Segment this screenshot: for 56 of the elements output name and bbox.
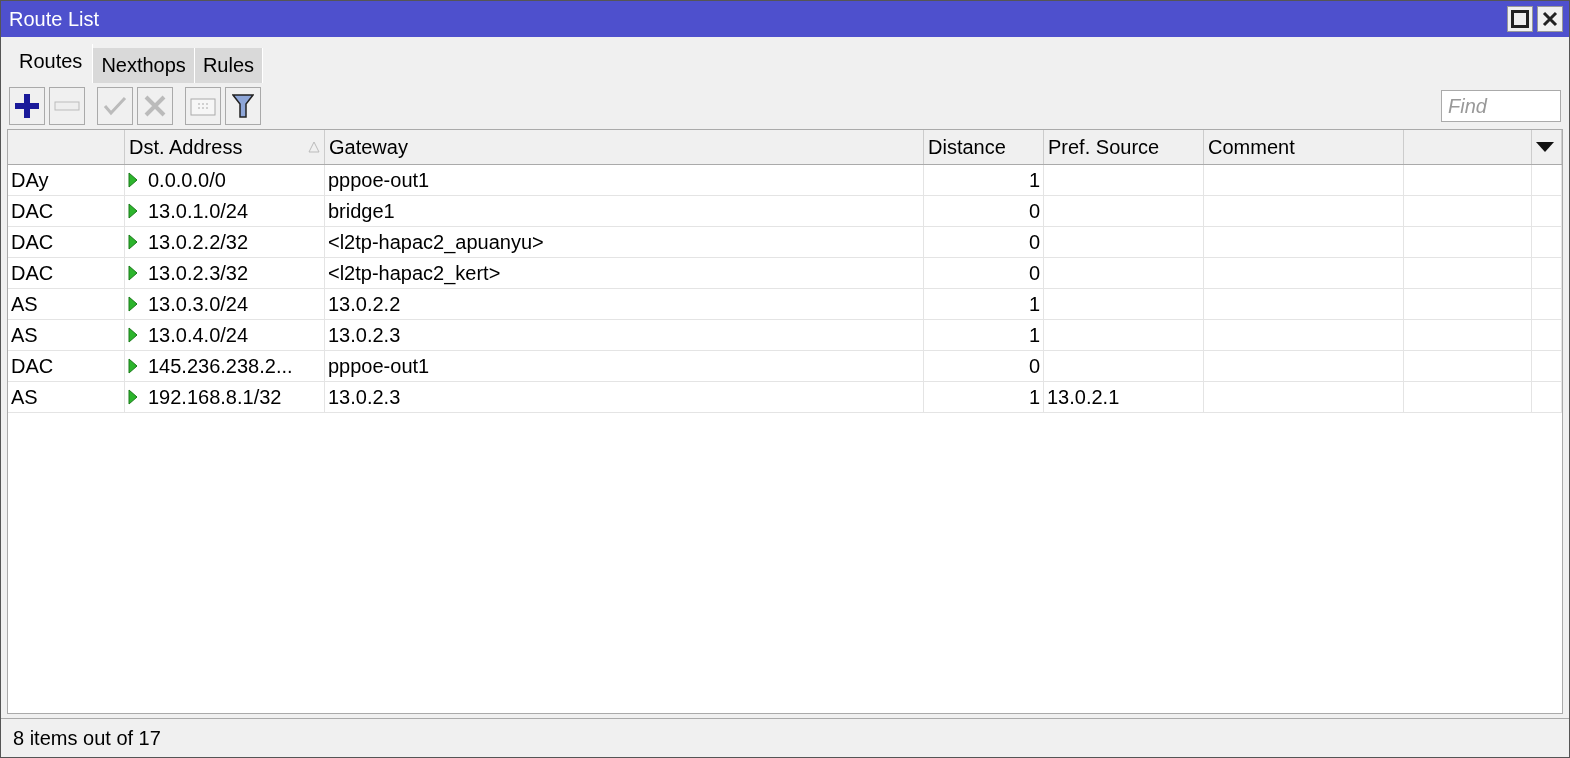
column-header[interactable]: Comment	[1204, 130, 1404, 164]
table-cell: DAC	[8, 227, 125, 257]
find-field[interactable]: Find	[1441, 90, 1561, 122]
table-cell: AS	[8, 289, 125, 319]
table-cell: bridge1	[325, 196, 924, 226]
table-cell: 0	[924, 196, 1044, 226]
table-cell: 13.0.4.0/24	[125, 320, 325, 350]
check-icon	[103, 96, 127, 116]
column-header[interactable]: Gateway	[325, 130, 924, 164]
maximize-button[interactable]	[1507, 6, 1533, 32]
table-cell: AS	[8, 320, 125, 350]
cross-icon	[144, 95, 166, 117]
close-icon	[1542, 11, 1558, 27]
table-cell: DAC	[8, 351, 125, 381]
maximize-icon	[1511, 10, 1529, 28]
table-cell: DAy	[8, 165, 125, 195]
table-cell: AS	[8, 382, 125, 412]
table-cell: 13.0.3.0/24	[125, 289, 325, 319]
table-cell: 13.0.2.2	[325, 289, 924, 319]
plus-icon	[15, 94, 39, 118]
close-button[interactable]	[1537, 6, 1563, 32]
table-cell: 13.0.2.1	[1044, 382, 1204, 412]
filter-button[interactable]	[225, 87, 261, 125]
table-cell: DAC	[8, 196, 125, 226]
table-cell: DAC	[8, 258, 125, 288]
column-header[interactable]: Pref. Source	[1044, 130, 1204, 164]
table-cell: 1	[924, 382, 1044, 412]
table-cell: 0	[924, 351, 1044, 381]
table-cell: 13.0.2.3	[325, 320, 924, 350]
status-text: 8 items out of 17	[13, 726, 161, 750]
table-cell: 145.236.238.2...	[125, 351, 325, 381]
table-cell: <l2tp-hapac2_kert>	[325, 258, 924, 288]
table-cell: 13.0.1.0/24	[125, 196, 325, 226]
table-cell: 1	[924, 289, 1044, 319]
note-icon	[190, 96, 216, 116]
filter-icon	[232, 93, 254, 119]
table-cell: <l2tp-hapac2_apuanyu>	[325, 227, 924, 257]
minus-icon	[54, 101, 80, 111]
table-cell: 0.0.0.0/0	[125, 165, 325, 195]
table-cell: 0	[924, 227, 1044, 257]
tab[interactable]: Nexthops	[93, 48, 195, 83]
column-header[interactable]: Dst. Address	[125, 130, 325, 164]
table-cell: 1	[924, 165, 1044, 195]
table-cell: 0	[924, 258, 1044, 288]
column-header[interactable]: Distance	[924, 130, 1044, 164]
tab[interactable]: Rules	[194, 48, 263, 83]
add-button[interactable]	[9, 87, 45, 125]
table-cell: 13.0.2.2/32	[125, 227, 325, 257]
table-cell: 1	[924, 320, 1044, 350]
dropdown-icon	[1536, 142, 1554, 152]
table-cell: pppoe-out1	[325, 351, 924, 381]
table-cell: 13.0.2.3	[325, 382, 924, 412]
table-cell: pppoe-out1	[325, 165, 924, 195]
table-cell: 13.0.2.3/32	[125, 258, 325, 288]
table-cell: 192.168.8.1/32	[125, 382, 325, 412]
window-title: Route List	[9, 7, 100, 31]
